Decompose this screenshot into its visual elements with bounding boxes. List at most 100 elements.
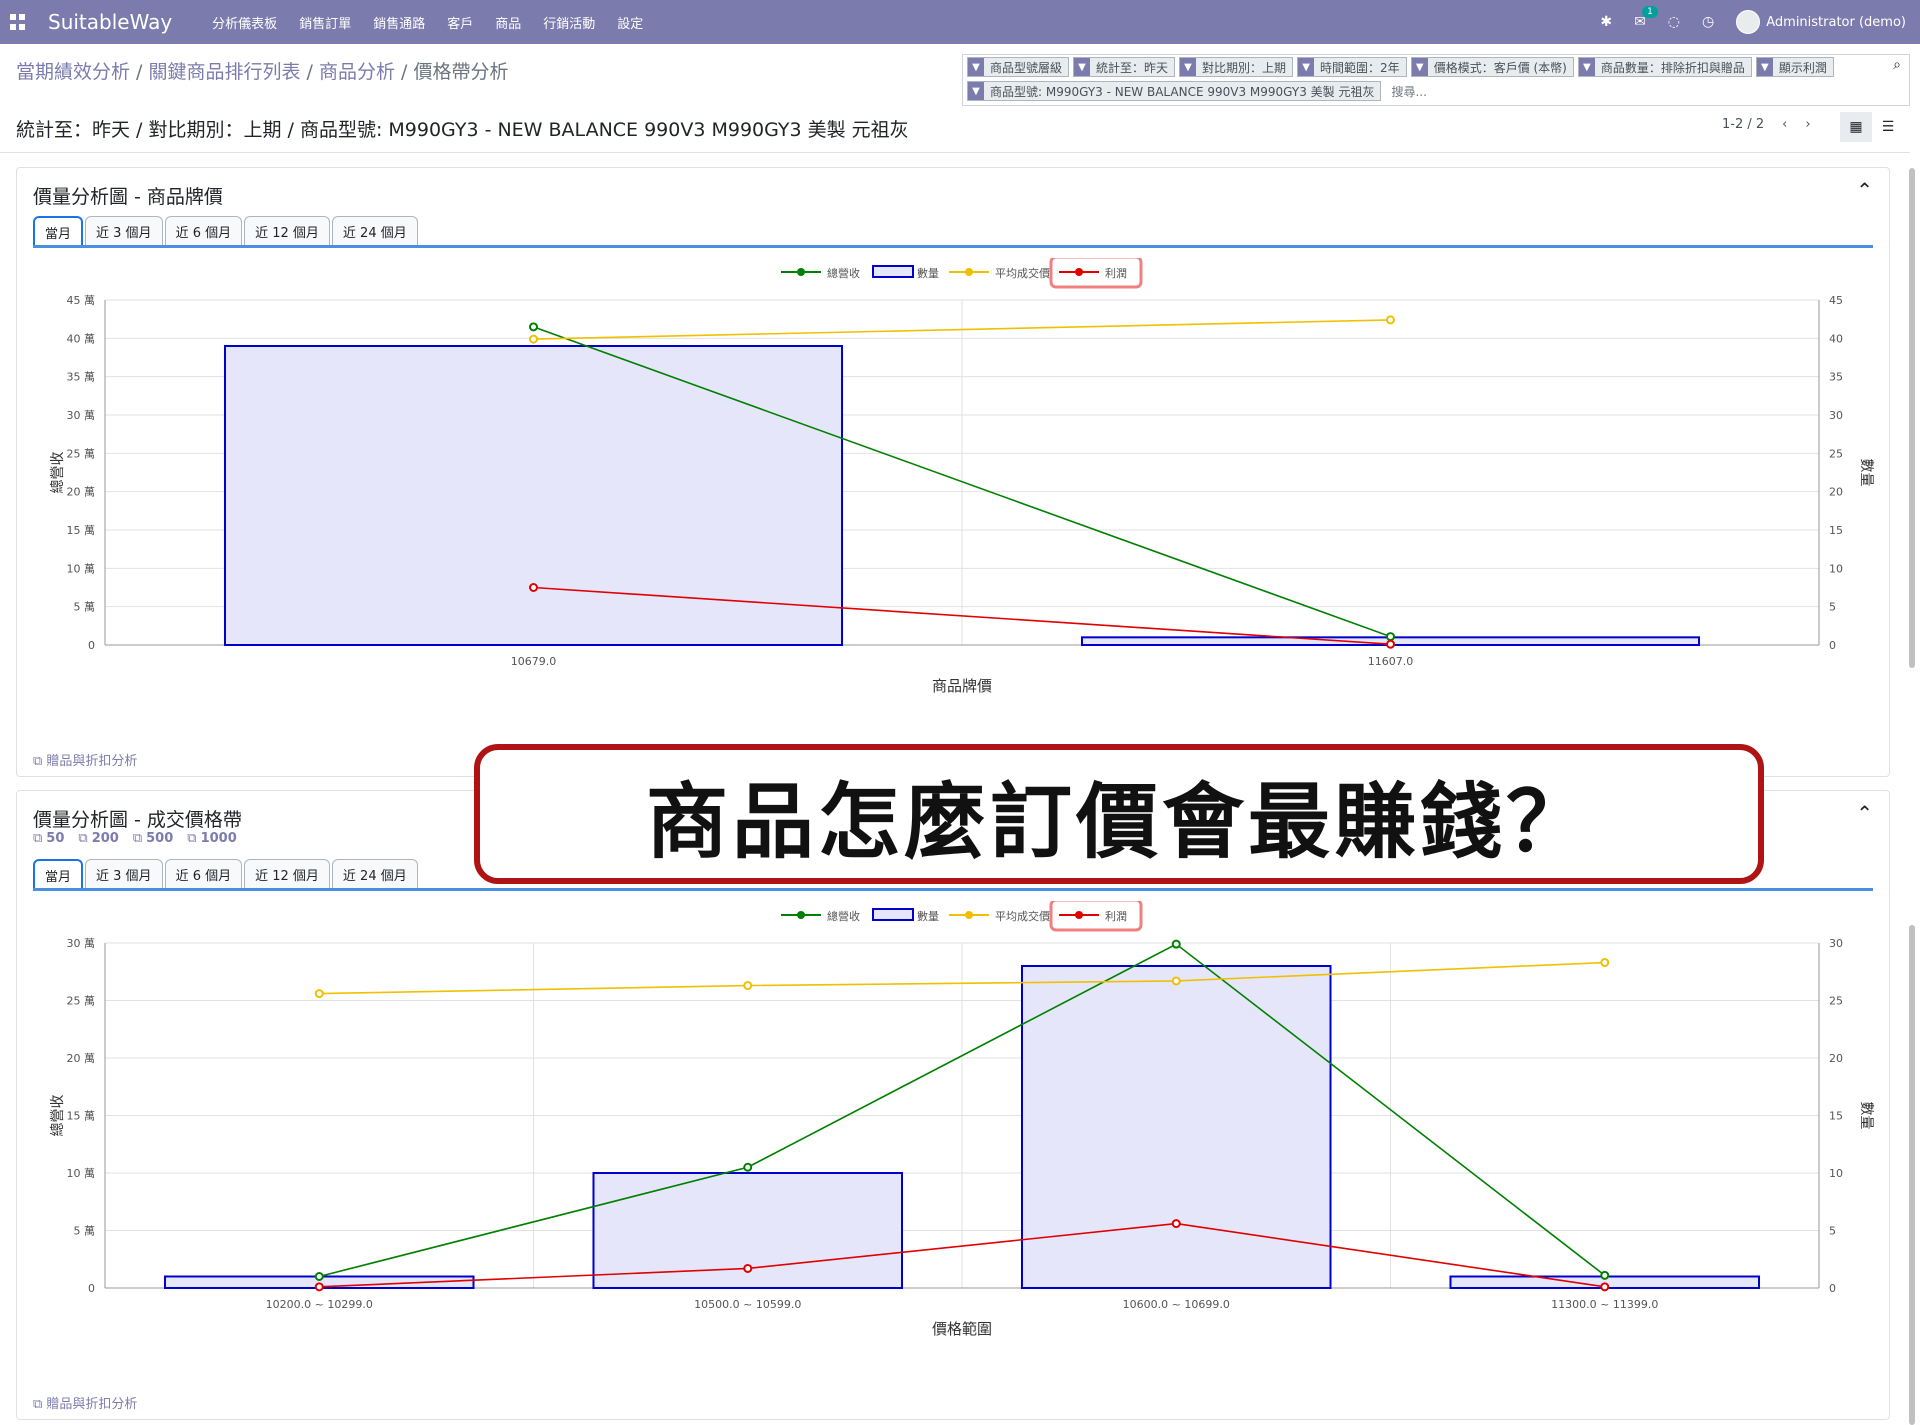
y-tick-label: 20 萬 [67, 1052, 96, 1065]
page-subtitle: 統計至：昨天 / 對比期別：上期 / 商品型號: M990GY3 - NEW B… [16, 119, 909, 141]
menu-item-marketing[interactable]: 行銷活動 [543, 13, 595, 32]
search-facet[interactable]: ▼ 統計至：昨天 [1073, 57, 1176, 77]
external-link-icon: ⧉ [187, 831, 197, 846]
scrollbar[interactable] [1907, 160, 1917, 1425]
y2-tick-label: 0 [1829, 639, 1836, 652]
band-link-200[interactable]: ⧉ 200 [78, 831, 118, 846]
search-facet[interactable]: ▼ 對比期別：上期 [1179, 57, 1294, 77]
y2-tick-label: 30 [1829, 937, 1843, 950]
search-facet[interactable]: ▼ 商品型號: M990GY3 - NEW BALANCE 990V3 M990G… [967, 81, 1382, 101]
x-tick-label: 11607.0 [1368, 655, 1414, 668]
search-facet[interactable]: ▼ 價格模式：客戶價 (本幣) [1410, 57, 1574, 77]
menu-item-products[interactable]: 商品 [495, 13, 521, 32]
top-navbar: SuitableWay 分析儀表板 銷售訂單 銷售通路 客戶 商品 行銷活動 設… [0, 0, 1920, 44]
legend-label: 平均成交價 [995, 909, 1050, 923]
search-facet[interactable]: ▼ 時間範圍：2年 [1297, 57, 1407, 77]
tab-6-months[interactable]: 近 6 個月 [164, 216, 243, 246]
scrollbar-thumb-1[interactable] [1909, 168, 1915, 668]
legend-profit-marker [1075, 268, 1083, 276]
chevron-right-icon[interactable]: › [1805, 117, 1810, 132]
facet-label: 商品型號層級 [990, 60, 1063, 75]
breadcrumb-item-performance[interactable]: 當期績效分析 [16, 61, 130, 83]
x-axis-label: 價格範圍 [932, 1320, 992, 1338]
avatar [1736, 10, 1761, 34]
pager-value[interactable]: 1-2 / 2 [1722, 117, 1764, 132]
filter-icon: ▼ [1180, 58, 1197, 76]
user-name: Administrator (demo) [1766, 14, 1906, 30]
overlay-callout: 商品怎麼訂價會最賺錢？ [474, 744, 1764, 884]
legend-label: 總營收 [827, 266, 860, 280]
band-link-label: 200 [91, 831, 119, 846]
breadcrumb-item-key-products[interactable]: 關鍵商品排行列表 [149, 61, 301, 83]
message-count-badge: 1 [1642, 6, 1658, 18]
series-point [1600, 958, 1610, 968]
tab-12-months[interactable]: 近 12 個月 [244, 216, 330, 246]
y2-tick-label: 10 [1829, 562, 1843, 575]
gift-discount-link[interactable]: ⧉ 贈品與折扣分析 [33, 750, 137, 769]
pager: 1-2 / 2 ‹ › [1722, 117, 1811, 132]
series-point [1386, 632, 1395, 642]
tab-12-months[interactable]: 近 12 個月 [244, 859, 330, 889]
y2-tick-label: 40 [1829, 332, 1843, 345]
menu-item-sales-channels[interactable]: 銷售通路 [373, 13, 425, 32]
brand-logo[interactable]: SuitableWay [48, 10, 172, 34]
search-bar[interactable]: ▼ 商品型號層級 ▼ 統計至：昨天 ▼ 對比期別：上期 ▼ 時間範圍：2年 ▼ 價格模式：客戶價 … [962, 54, 1910, 106]
x-tick-label: 10679.0 [511, 655, 557, 668]
breadcrumb-item-product-analysis[interactable]: 商品分析 [319, 61, 395, 83]
menu-item-settings[interactable]: 設定 [617, 13, 643, 32]
search-facet[interactable]: ▼ 商品型號層級 [967, 57, 1070, 77]
debug-bug-icon[interactable]: ✱ [1600, 14, 1612, 30]
filter-icon: ▼ [1578, 58, 1595, 76]
chevron-left-icon[interactable]: ‹ [1782, 117, 1787, 132]
band-link-500[interactable]: ⧉ 500 [133, 831, 173, 846]
gift-discount-link[interactable]: ⧉ 贈品與折扣分析 [33, 1393, 137, 1412]
band-link-50[interactable]: ⧉ 50 [33, 831, 64, 846]
breadcrumb: 當期績效分析 / 關鍵商品排行列表 / 商品分析 / 價格帶分析 [16, 61, 509, 83]
scrollbar-thumb-2[interactable] [1909, 925, 1915, 1425]
tab-current-month[interactable]: 當月 [33, 216, 84, 246]
search-icon[interactable]: ⌕ [1893, 57, 1901, 73]
clock-icon[interactable]: ◷ [1702, 14, 1714, 30]
user-menu[interactable]: Administrator (demo) [1736, 10, 1906, 34]
y-tick-label: 15 萬 [67, 524, 96, 537]
external-link-icon: ⧉ [132, 831, 143, 846]
facet-label: 商品數量：排除折扣與贈品 [1600, 60, 1745, 75]
filter-icon: ▼ [968, 82, 984, 100]
menu-item-customers[interactable]: 客戶 [447, 13, 473, 32]
y-tick-label: 5 萬 [74, 1225, 96, 1238]
grid-view-icon[interactable]: ▦ [1840, 112, 1872, 142]
external-link-icon: ⧉ [33, 754, 47, 769]
collapse-chevron-icon[interactable]: ⌃ [1856, 801, 1873, 825]
y2-axis-label: 數量 [1858, 459, 1874, 487]
overlay-text: 商品怎麼訂價會最賺錢？ [645, 774, 1592, 870]
messages-icon[interactable]: ✉ 1 [1634, 6, 1658, 30]
tab-24-months[interactable]: 近 24 個月 [331, 859, 418, 889]
search-facet[interactable]: ▼ 顯示利潤 [1755, 57, 1834, 77]
facet-label: 對比期別：上期 [1202, 60, 1287, 75]
menu-item-dashboard[interactable]: 分析儀表板 [212, 13, 277, 32]
menu-item-sales-orders[interactable]: 銷售訂單 [299, 13, 351, 32]
period-tabs: 當月 近 3 個月 近 6 個月 近 12 個月 近 24 個月 [33, 859, 418, 889]
activity-spinner-icon[interactable]: ◌ [1668, 14, 1680, 30]
tab-6-months[interactable]: 近 6 個月 [164, 859, 243, 889]
tab-24-months[interactable]: 近 24 個月 [331, 216, 418, 246]
facet-label: 商品型號: M990GY3 - NEW BALANCE 990V3 M990GY… [990, 84, 1375, 99]
search-input[interactable]: 搜尋... [1391, 83, 1426, 100]
tab-3-months[interactable]: 近 3 個月 [85, 859, 163, 889]
bar-quantity [223, 345, 844, 646]
tab-current-month[interactable]: 當月 [33, 859, 84, 889]
y2-tick-label: 10 [1829, 1167, 1843, 1180]
series-point [743, 981, 753, 991]
search-facet[interactable]: ▼ 商品數量：排除折扣與贈品 [1577, 57, 1752, 77]
external-link-icon: ⧉ [78, 831, 88, 846]
apps-menu-icon[interactable] [10, 14, 26, 30]
band-link-label: 1000 [200, 831, 237, 846]
band-link-label: 500 [146, 831, 174, 846]
y2-tick-label: 20 [1829, 486, 1843, 499]
tab-3-months[interactable]: 近 3 個月 [85, 216, 163, 246]
band-link-label: 50 [46, 831, 65, 846]
filter-icon: ▼ [1074, 58, 1091, 76]
collapse-chevron-icon[interactable]: ⌃ [1856, 178, 1873, 202]
band-link-1000[interactable]: ⧉ 1000 [187, 831, 236, 846]
list-view-icon[interactable]: ☰ [1872, 112, 1904, 142]
